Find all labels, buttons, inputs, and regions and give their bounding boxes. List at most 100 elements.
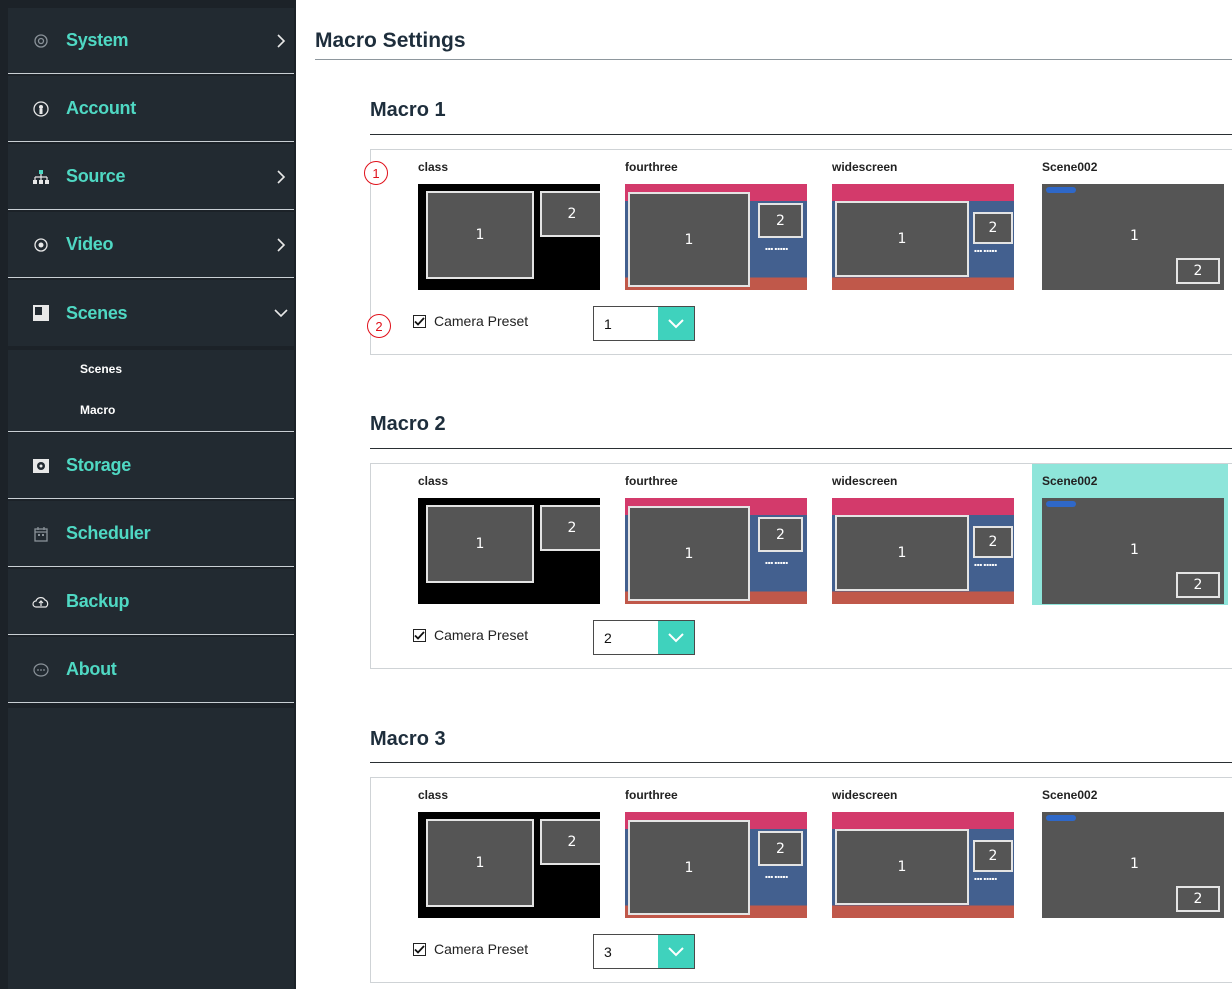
layout-pane-1: 1 — [426, 505, 534, 583]
chevron-right-icon — [274, 237, 288, 252]
sidebar-item-scheduler[interactable]: Scheduler — [8, 501, 294, 567]
layout-pane-2: 2 — [540, 819, 600, 865]
chat-bubble-icon — [30, 659, 52, 681]
check-icon — [414, 944, 425, 954]
scene-thumbnail: 1 2 — [418, 498, 600, 604]
chevron-down-icon — [658, 935, 694, 968]
scene-card-scene002[interactable]: Scene002 1 2 — [1032, 778, 1228, 919]
sidebar-item-video[interactable]: Video — [8, 212, 294, 278]
scene-name: class — [418, 788, 449, 802]
thumbnail-logo — [1046, 501, 1076, 507]
camera-preset-row: Camera Preset — [413, 936, 528, 962]
check-icon — [414, 630, 425, 640]
scene-thumbnail: 1 2 ▪▪▪ ▪▪▪▪▪ — [832, 498, 1014, 604]
scene-card-class[interactable]: class 1 2 — [408, 464, 604, 605]
camera-preset-checkbox[interactable] — [413, 942, 426, 956]
layout-pane-1-label: 1 — [1130, 542, 1139, 558]
scene-thumbnail: 1 2 ▪▪▪ ▪▪▪▪▪ — [625, 498, 807, 604]
sidebar-item-label: Scheduler — [66, 523, 151, 543]
chevron-down-icon — [274, 306, 288, 320]
camera-preset-value: 1 — [604, 316, 612, 332]
macro-2-panel: class 1 2 fourthree 1 2 ▪▪▪ ▪▪▪▪▪ widesc… — [370, 463, 1232, 669]
page-title: Macro Settings — [315, 29, 466, 52]
camera-preset-select[interactable]: 2 — [593, 620, 695, 655]
sidebar-item-scenes[interactable]: Scenes — [8, 280, 294, 346]
scene-name: class — [418, 474, 449, 488]
scene-card-class[interactable]: class 1 2 — [408, 150, 604, 291]
scene-card-fourthree[interactable]: fourthree 1 2 ▪▪▪ ▪▪▪▪▪ — [615, 150, 811, 291]
layout-pane-2: 2 — [758, 831, 803, 866]
scene-name: fourthree — [625, 788, 678, 802]
scene-thumbnail: 1 2 — [418, 184, 600, 290]
sidebar-item-label: System — [66, 30, 129, 50]
sidebar-subitem-macro[interactable]: Macro — [80, 403, 115, 417]
layout-pane-2: 2 — [1176, 886, 1220, 912]
thumbnail-caption-text: ▪▪▪ ▪▪▪▪▪ — [974, 248, 997, 253]
camera-preset-value: 2 — [604, 630, 612, 646]
scene-thumbnail: 1 2 ▪▪▪ ▪▪▪▪▪ — [832, 184, 1014, 290]
radio-dot-icon — [30, 234, 52, 256]
camera-preset-select[interactable]: 1 — [593, 306, 695, 341]
gear-icon — [30, 30, 52, 52]
sidebar-item-label: Scenes — [66, 302, 128, 323]
sidebar-item-backup[interactable]: Backup — [8, 569, 294, 635]
scene-name: class — [418, 160, 449, 174]
scene-card-fourthree[interactable]: fourthree 1 2 ▪▪▪ ▪▪▪▪▪ — [615, 464, 811, 605]
layout-pane-2: 2 — [973, 212, 1013, 244]
layout-pane-2: 2 — [973, 840, 1013, 872]
callout-marker-2: 2 — [367, 314, 391, 338]
camera-preset-label: Camera Preset — [434, 941, 529, 957]
scene-card-widescreen[interactable]: widescreen 1 2 ▪▪▪ ▪▪▪▪▪ — [822, 150, 1018, 291]
sidebar-item-storage[interactable]: Storage — [8, 433, 294, 499]
scene-name: widescreen — [832, 474, 898, 488]
scene-name: widescreen — [832, 788, 898, 802]
camera-preset-value: 3 — [604, 944, 612, 960]
sidebar-empty-area — [8, 708, 294, 989]
scene-card-widescreen[interactable]: widescreen 1 2 ▪▪▪ ▪▪▪▪▪ — [822, 464, 1018, 605]
layout-pane-2: 2 — [1176, 572, 1220, 598]
scene-name: Scene002 — [1042, 788, 1098, 802]
camera-preset-checkbox[interactable] — [413, 314, 426, 328]
sidebar-item-label: Backup — [66, 591, 130, 611]
sidebar-item-source[interactable]: Source — [8, 144, 294, 210]
macro-1-panel: class 1 2 fourthree 1 2 ▪▪▪ ▪▪▪▪▪ widesc… — [370, 149, 1232, 355]
scene-thumbnail: 1 2 ▪▪▪ ▪▪▪▪▪ — [625, 184, 807, 290]
camera-preset-checkbox[interactable] — [413, 628, 426, 642]
title-divider — [315, 59, 1232, 60]
scene-thumbnail: 1 2 ▪▪▪ ▪▪▪▪▪ — [832, 812, 1014, 918]
scene-card-class[interactable]: class 1 2 — [408, 778, 604, 919]
scene-thumbnail: 1 2 — [418, 812, 600, 918]
chevron-right-icon — [274, 33, 288, 48]
camera-preset-select[interactable]: 3 — [593, 934, 695, 969]
sidebar-item-about[interactable]: About — [8, 637, 294, 703]
thumbnail-caption-text: ▪▪▪ ▪▪▪▪▪ — [765, 874, 788, 879]
layout-pane-1: 1 — [835, 201, 969, 277]
sidebar-item-system[interactable]: System — [8, 8, 294, 74]
storage-icon — [30, 455, 52, 477]
scene-card-fourthree[interactable]: fourthree 1 2 ▪▪▪ ▪▪▪▪▪ — [615, 778, 811, 919]
layout-pane-1: 1 — [628, 820, 750, 915]
scene-name: fourthree — [625, 474, 678, 488]
thumbnail-caption-text: ▪▪▪ ▪▪▪▪▪ — [765, 560, 788, 565]
layout-pane-2: 2 — [758, 517, 803, 552]
scene-thumbnail: 1 2 — [1042, 498, 1224, 604]
layout-pane-1-label: 1 — [1130, 228, 1139, 244]
sidebar-item-account[interactable]: Account — [8, 76, 294, 142]
scene-card-widescreen[interactable]: widescreen 1 2 ▪▪▪ ▪▪▪▪▪ — [822, 778, 1018, 919]
camera-preset-label: Camera Preset — [434, 627, 529, 643]
layout-pane-2: 2 — [1176, 258, 1220, 284]
scene-thumbnail: 1 2 ▪▪▪ ▪▪▪▪▪ — [625, 812, 807, 918]
thumbnail-caption-text: ▪▪▪ ▪▪▪▪▪ — [765, 246, 788, 251]
sidebar-item-label: Account — [66, 98, 136, 118]
chevron-down-icon — [658, 621, 694, 654]
macro-1-heading: Macro 1 — [370, 99, 446, 121]
camera-preset-row: Camera Preset — [413, 308, 528, 334]
chevron-down-icon — [658, 307, 694, 340]
camera-preset-row: Camera Preset — [413, 622, 528, 648]
thumbnail-caption-text: ▪▪▪ ▪▪▪▪▪ — [974, 876, 997, 881]
scene-card-scene002[interactable]: Scene002 1 2 — [1032, 150, 1228, 291]
sidebar-subitem-scenes[interactable]: Scenes — [80, 362, 122, 376]
scene-card-scene002-selected[interactable]: Scene002 1 2 — [1032, 464, 1228, 605]
sidebar-item-label: Source — [66, 166, 126, 186]
scene-thumbnail: 1 2 — [1042, 184, 1224, 290]
